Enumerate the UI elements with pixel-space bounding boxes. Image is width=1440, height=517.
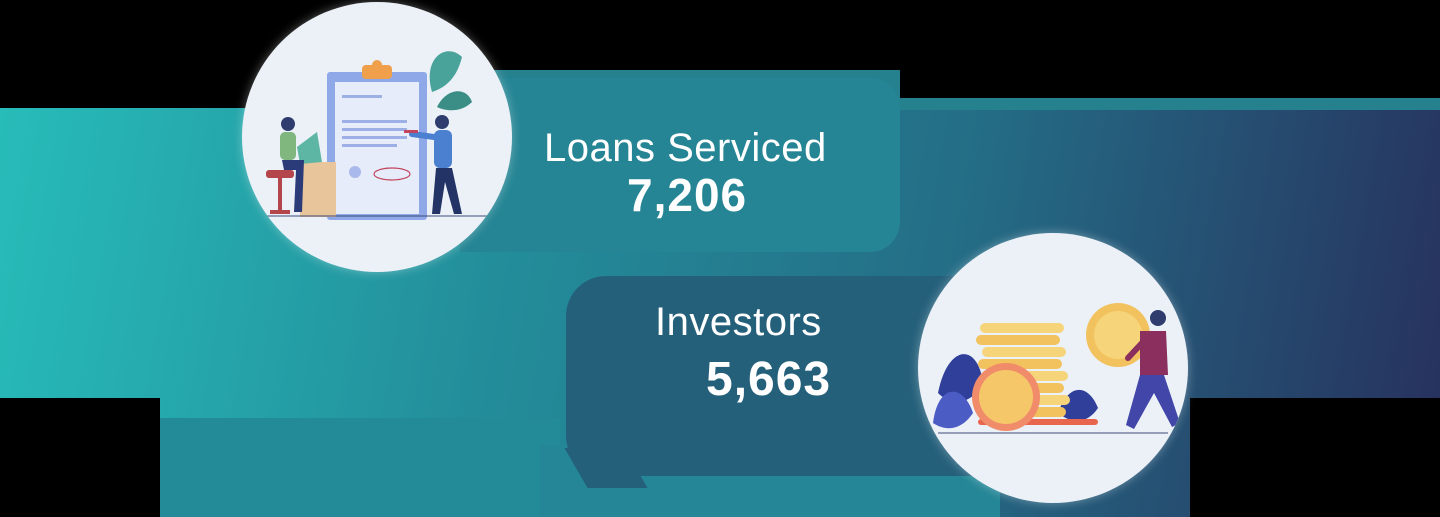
background-cutout: [0, 398, 160, 517]
coins-investor-illustration: [918, 233, 1188, 503]
background-block: [160, 418, 560, 517]
coins-investor-icon: [933, 303, 1180, 434]
background-cutout: [1190, 398, 1440, 517]
investors-value: 5,663: [706, 353, 832, 406]
contract-signing-illustration: [242, 2, 512, 272]
loans-serviced-label: Loans Serviced: [544, 126, 827, 170]
background-cutout: [900, 70, 1440, 98]
stats-banner: Loans Serviced 7,206 Investors 5,663: [0, 0, 1440, 517]
contract-signing-icon: [266, 51, 487, 220]
loans-serviced-value: 7,206: [627, 169, 748, 221]
investors-label: Investors: [655, 300, 822, 344]
